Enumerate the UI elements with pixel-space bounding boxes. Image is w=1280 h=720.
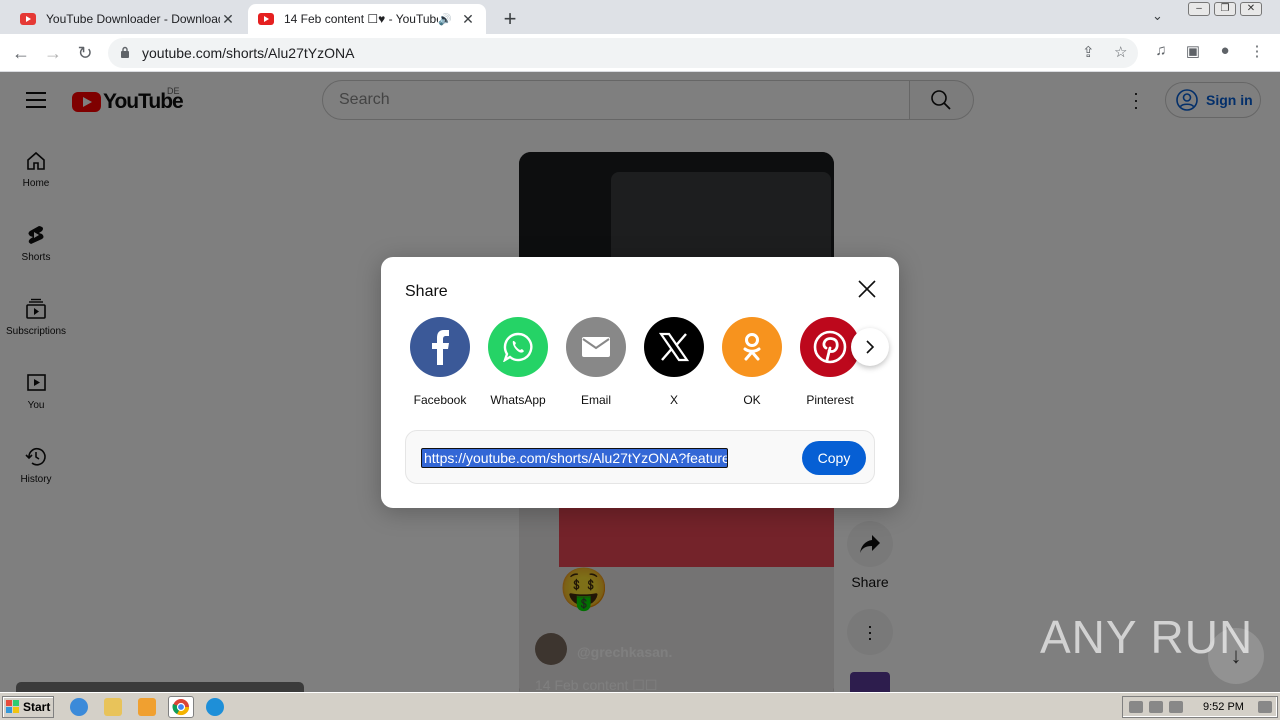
address-bar[interactable]: youtube.com/shorts/Alu27tYzONA ⇪ ☆	[108, 38, 1138, 68]
volume-icon[interactable]	[1129, 701, 1143, 713]
clock[interactable]: 9:52 PM	[1203, 701, 1244, 713]
new-tab-icon[interactable]: +	[498, 6, 522, 32]
scroll-down-arrow-icon[interactable]: ↓	[1208, 628, 1264, 684]
internet-explorer-icon[interactable]	[70, 698, 88, 716]
share-target-x[interactable]: X	[635, 317, 713, 407]
show-desktop-icon[interactable]	[1257, 701, 1272, 713]
tab-strip: YouTube Downloader - Download Yo ✕ 14 Fe…	[0, 0, 1280, 34]
download-favicon-icon	[20, 13, 36, 25]
reload-icon[interactable]: ↻	[74, 42, 96, 64]
x-logo-icon	[644, 317, 704, 377]
chevron-down-icon[interactable]: ⌄	[1152, 8, 1163, 24]
share-target-label: Email	[580, 393, 611, 407]
share-target-label: Pinterest	[806, 393, 854, 407]
browser-menu-icon[interactable]: ⋮	[1246, 42, 1268, 60]
share-dialog: Share Facebook WhatsApp Email X OK Pinte…	[381, 257, 899, 508]
tab-title: YouTube Downloader - Download Yo	[46, 12, 220, 26]
share-targets: Facebook WhatsApp Email X OK Pinterest	[401, 317, 871, 407]
lock-icon	[121, 46, 129, 58]
youtube-favicon-icon	[258, 13, 274, 25]
next-targets-button[interactable]	[851, 328, 889, 366]
share-target-label: OK	[743, 393, 761, 407]
share-target-pinterest[interactable]: Pinterest	[791, 317, 869, 407]
whatsapp-icon	[488, 317, 548, 377]
browser-toolbar: ← → ↻ youtube.com/shorts/Alu27tYzONA ⇪ ☆…	[0, 34, 1280, 72]
media-player-icon[interactable]	[138, 698, 156, 716]
close-icon[interactable]	[855, 277, 879, 301]
copy-button[interactable]: Copy	[802, 441, 866, 475]
share-target-label: X	[669, 393, 678, 407]
close-tab-icon[interactable]: ✕	[460, 11, 476, 28]
media-control-icon[interactable]: ♫	[1150, 42, 1172, 59]
facebook-icon	[410, 317, 470, 377]
share-target-whatsapp[interactable]: WhatsApp	[479, 317, 557, 407]
tab-youtube-downloader[interactable]: YouTube Downloader - Download Yo ✕	[10, 4, 246, 34]
network-icon[interactable]	[1149, 701, 1163, 713]
share-link-field[interactable]: https://youtube.com/shorts/Alu27tYzONA?f…	[421, 448, 728, 468]
file-explorer-icon[interactable]	[104, 698, 122, 716]
system-tray: 9:52 PM	[1122, 696, 1278, 718]
window-controls: – ❐ ✕	[1184, 2, 1262, 16]
bookmark-star-icon[interactable]: ☆	[1114, 43, 1127, 61]
windows-logo-icon	[6, 700, 19, 713]
back-arrow-icon[interactable]: ←	[10, 42, 32, 64]
share-page-icon[interactable]: ⇪	[1082, 43, 1095, 61]
action-center-flag-icon[interactable]	[1169, 701, 1183, 713]
forward-arrow-icon[interactable]: →	[42, 42, 64, 64]
share-target-facebook[interactable]: Facebook	[401, 317, 479, 407]
audio-playing-icon[interactable]: 🔊	[438, 13, 452, 26]
chrome-taskbar-button[interactable]	[168, 696, 194, 718]
profile-icon[interactable]: ●	[1214, 42, 1236, 59]
close-window-icon[interactable]: ✕	[1240, 2, 1262, 16]
minimize-icon[interactable]: –	[1188, 2, 1210, 16]
share-target-email[interactable]: Email	[557, 317, 635, 407]
tab-title: 14 Feb content ☐♥ - YouTube	[284, 12, 439, 26]
close-tab-icon[interactable]: ✕	[220, 11, 236, 28]
side-panel-icon[interactable]: ▣	[1182, 42, 1204, 60]
restore-icon[interactable]: ❐	[1214, 2, 1236, 16]
chevron-right-icon	[866, 340, 875, 354]
chrome-icon	[172, 699, 190, 716]
start-label: Start	[23, 700, 51, 714]
odnoklassniki-icon	[722, 317, 782, 377]
share-dialog-title: Share	[405, 283, 448, 300]
url-text: youtube.com/shorts/Alu27tYzONA	[142, 45, 355, 61]
windows-taskbar: Start 9:52 PM	[0, 692, 1280, 720]
start-button[interactable]: Start	[2, 696, 54, 718]
share-link-box: https://youtube.com/shorts/Alu27tYzONA?f…	[405, 430, 875, 484]
email-icon	[566, 317, 626, 377]
share-target-ok[interactable]: OK	[713, 317, 791, 407]
edge-icon[interactable]	[206, 698, 224, 716]
tab-youtube-short[interactable]: 14 Feb content ☐♥ - YouTube 🔊 ✕	[248, 4, 486, 34]
share-target-label: WhatsApp	[490, 393, 546, 407]
share-target-label: Facebook	[413, 393, 467, 407]
